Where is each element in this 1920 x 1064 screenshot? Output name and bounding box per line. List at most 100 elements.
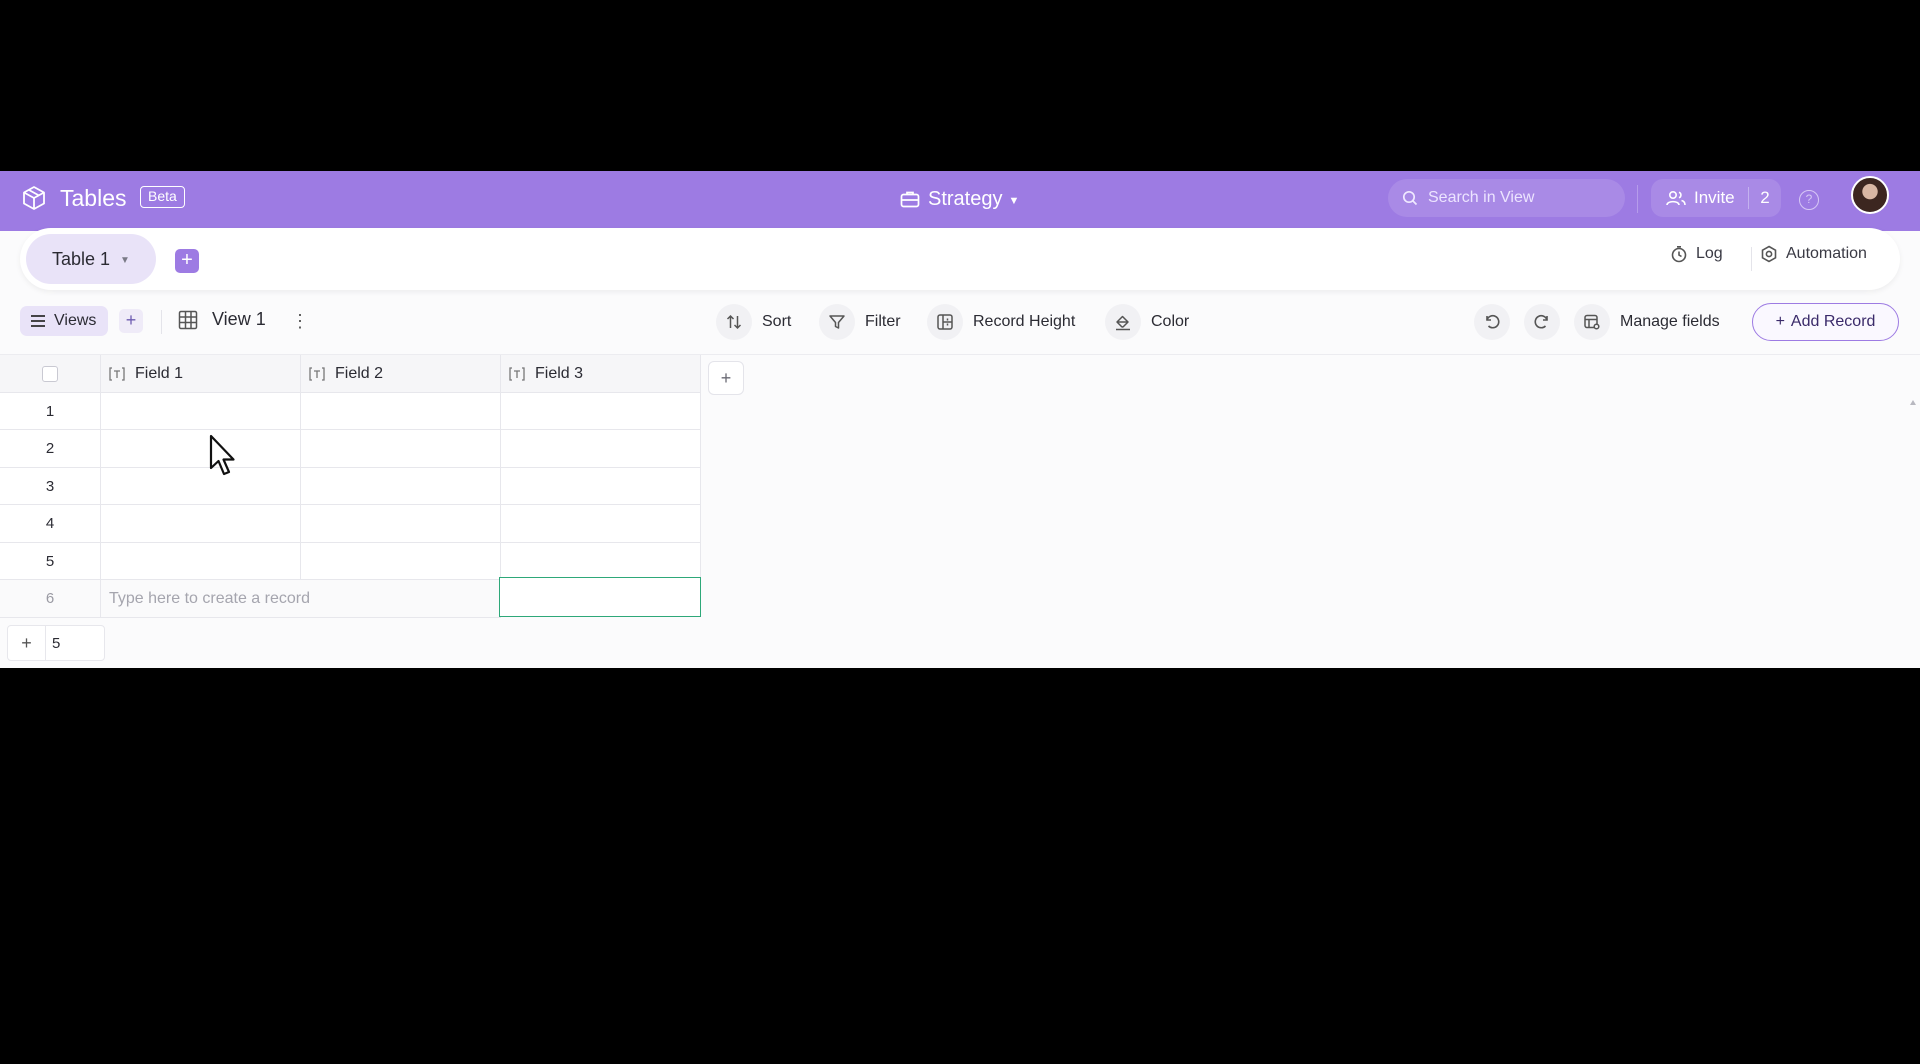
cursor-icon [209, 434, 239, 478]
filter-button[interactable]: Filter [819, 304, 901, 340]
invite-button[interactable]: Invite 2 [1651, 179, 1781, 217]
table-cell[interactable] [101, 393, 301, 430]
log-button[interactable]: Log [1670, 245, 1723, 263]
table-cell[interactable] [301, 468, 501, 505]
automation-button[interactable]: Automation [1760, 245, 1867, 263]
row-number: 2 [0, 430, 101, 468]
record-height-icon [927, 304, 963, 340]
text-field-icon [109, 366, 125, 381]
redo-icon[interactable] [1524, 304, 1560, 340]
table-cell[interactable] [501, 430, 701, 468]
grid-view-icon [178, 310, 198, 330]
row-number: 3 [0, 468, 101, 505]
record-height-label: Record Height [973, 313, 1076, 330]
current-view[interactable]: View 1 [178, 309, 266, 330]
row-number: 1 [0, 393, 101, 430]
select-all-checkbox[interactable] [42, 365, 58, 382]
selected-cell[interactable] [499, 577, 701, 617]
row-number: 5 [0, 543, 101, 580]
column-header-label: Field 2 [335, 364, 384, 382]
tab-table-1[interactable]: Table 1 ▼ [26, 234, 156, 284]
column-header-label: Field 1 [135, 364, 184, 382]
column-header[interactable]: Field 1 [101, 355, 301, 393]
filter-icon [819, 304, 855, 340]
briefcase-icon [900, 190, 920, 208]
sort-button[interactable]: Sort [716, 304, 791, 340]
text-field-icon [509, 366, 525, 381]
sort-icon [716, 304, 752, 340]
table-cell[interactable] [501, 393, 701, 430]
manage-fields-button[interactable]: Manage fields [1574, 304, 1720, 340]
add-record-button[interactable]: + Add Record [1752, 303, 1899, 341]
add-table-button[interactable]: + [175, 249, 199, 273]
new-row-number: 6 [0, 580, 101, 618]
table-cell[interactable] [501, 468, 701, 505]
member-count: 2 [1760, 188, 1770, 207]
table-cell[interactable] [301, 430, 501, 468]
chevron-down-icon: ▼ [120, 255, 130, 266]
table-cell[interactable] [501, 505, 701, 543]
table-cell[interactable] [101, 505, 301, 543]
table-tab-label: Table 1 [52, 248, 111, 269]
select-all-cell [0, 355, 101, 393]
tab-separator [1751, 247, 1752, 271]
chevron-down-icon: ▼ [1008, 195, 1020, 207]
undo-icon[interactable] [1474, 304, 1510, 340]
view-toolbar: Views + View 1 ⋮ Sort Filter Record Heig… [0, 296, 1920, 348]
view-name-label: View 1 [212, 309, 266, 329]
avatar[interactable] [1851, 176, 1889, 214]
view-options-icon[interactable]: ⋮ [291, 309, 309, 333]
new-record-input[interactable]: Type here to create a record [101, 580, 501, 618]
table-tab-bar: Table 1 ▼ + Log Automation [20, 228, 1900, 290]
search-icon [1402, 190, 1418, 206]
top-header: Tables Beta Strategy ▼ Search in View In… [0, 171, 1920, 231]
filter-label: Filter [865, 313, 901, 330]
add-record-label: Add Record [1790, 313, 1876, 330]
record-height-button[interactable]: Record Height [927, 304, 1075, 340]
sort-label: Sort [762, 313, 792, 330]
menu-icon [30, 314, 46, 328]
table-cell[interactable] [501, 543, 701, 580]
plus-icon: + [1775, 313, 1785, 330]
table-cell[interactable] [301, 393, 501, 430]
help-icon[interactable]: ? [1799, 190, 1819, 210]
gear-icon [1760, 245, 1778, 263]
search-input[interactable] [1428, 189, 1608, 207]
app-title: Tables [60, 185, 127, 211]
workspace-name: Strategy [928, 187, 1003, 210]
table-cell[interactable] [301, 543, 501, 580]
toolbar-separator [161, 310, 162, 334]
add-row-control[interactable]: + 5 [7, 625, 105, 661]
automation-label: Automation [1786, 245, 1867, 262]
table-cell[interactable] [101, 430, 301, 468]
paint-bucket-icon [1105, 304, 1141, 340]
table-cell[interactable] [101, 468, 301, 505]
color-label: Color [1151, 313, 1190, 330]
table-cell[interactable] [301, 505, 501, 543]
text-field-icon [309, 366, 325, 381]
log-label: Log [1696, 245, 1723, 262]
clock-icon [1670, 245, 1688, 263]
workspace-selector[interactable]: Strategy ▼ [900, 185, 1019, 213]
color-button[interactable]: Color [1105, 304, 1189, 340]
column-header[interactable]: Field 3 [501, 355, 701, 393]
add-view-button[interactable]: + [119, 309, 143, 333]
manage-fields-icon [1574, 304, 1610, 340]
add-field-button[interactable]: + [708, 361, 744, 395]
scroll-up-icon[interactable] [1910, 399, 1916, 405]
beta-badge: Beta [140, 186, 185, 208]
manage-fields-label: Manage fields [1620, 313, 1720, 330]
invite-label: Invite [1694, 188, 1735, 207]
add-row-icon[interactable]: + [8, 626, 46, 660]
users-icon [1665, 190, 1687, 206]
views-label: Views [54, 312, 97, 329]
column-header[interactable]: Field 2 [301, 355, 501, 393]
row-number: 4 [0, 505, 101, 543]
column-header-label: Field 3 [535, 364, 584, 382]
search-bar[interactable] [1388, 179, 1625, 217]
table-cell[interactable] [101, 543, 301, 580]
record-count: 5 [52, 634, 61, 652]
header-divider [1637, 185, 1638, 213]
cube-logo-icon[interactable] [20, 184, 48, 212]
views-button[interactable]: Views [20, 306, 108, 336]
